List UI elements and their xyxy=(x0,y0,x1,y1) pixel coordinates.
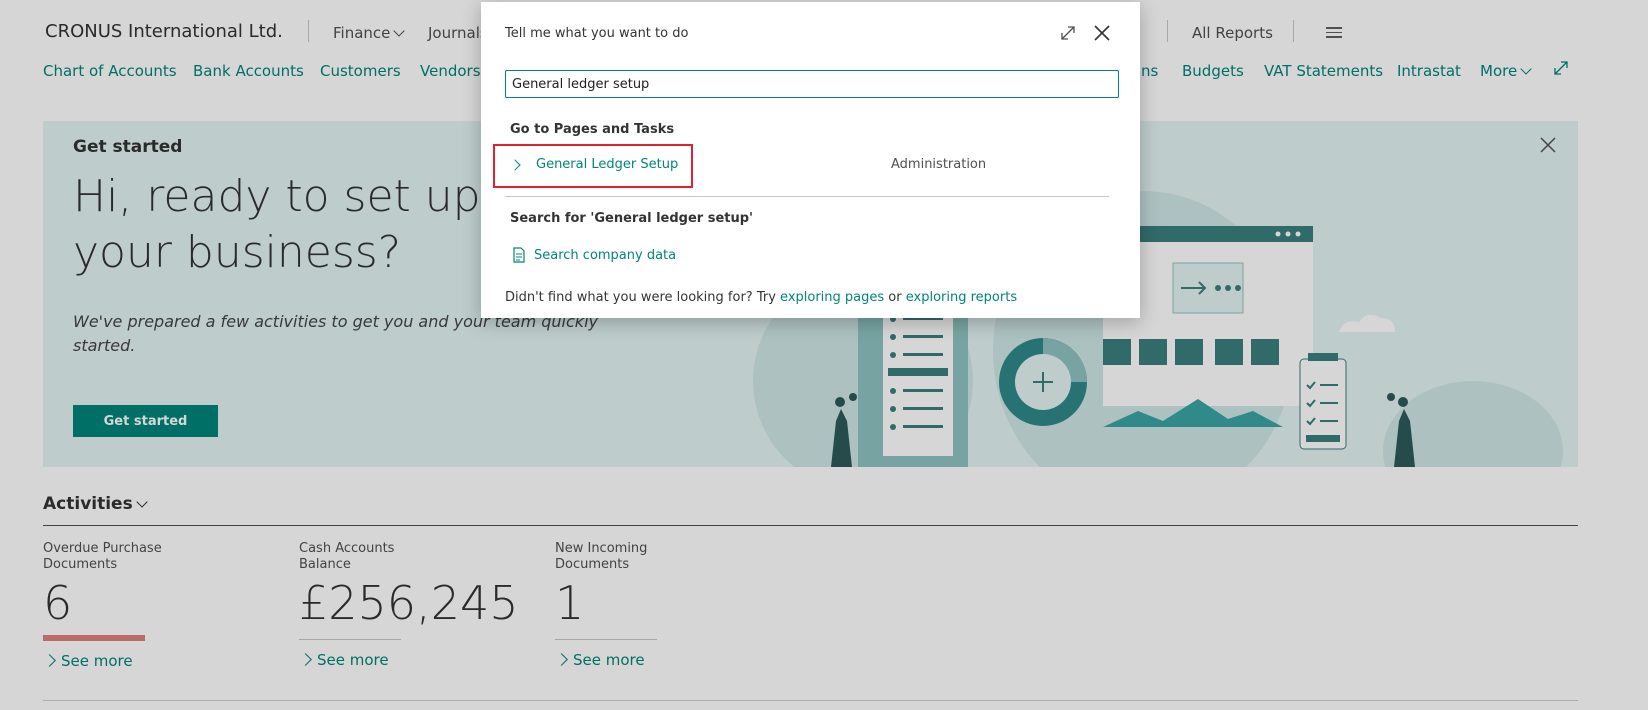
section-pages-title: Go to Pages and Tasks xyxy=(510,122,675,137)
section-search-title: Search for 'General ledger setup' xyxy=(510,211,754,226)
close-icon[interactable] xyxy=(1093,24,1111,42)
dialog-title: Tell me what you want to do xyxy=(505,26,689,41)
document-icon xyxy=(513,247,525,263)
result-category: Administration xyxy=(891,157,987,172)
exploring-reports-link[interactable]: exploring reports xyxy=(906,290,1017,305)
dialog-divider xyxy=(505,196,1109,197)
tell-me-search-input[interactable] xyxy=(505,70,1119,98)
tell-me-dialog: Tell me what you want to do Go to Pages … xyxy=(481,2,1140,318)
dialog-footer: Didn't find what you were looking for? T… xyxy=(505,290,1018,305)
highlight-box xyxy=(493,144,693,188)
exploring-pages-link[interactable]: exploring pages xyxy=(780,290,884,305)
search-company-data-link[interactable]: Search company data xyxy=(534,248,676,263)
expand-icon[interactable] xyxy=(1060,25,1076,41)
